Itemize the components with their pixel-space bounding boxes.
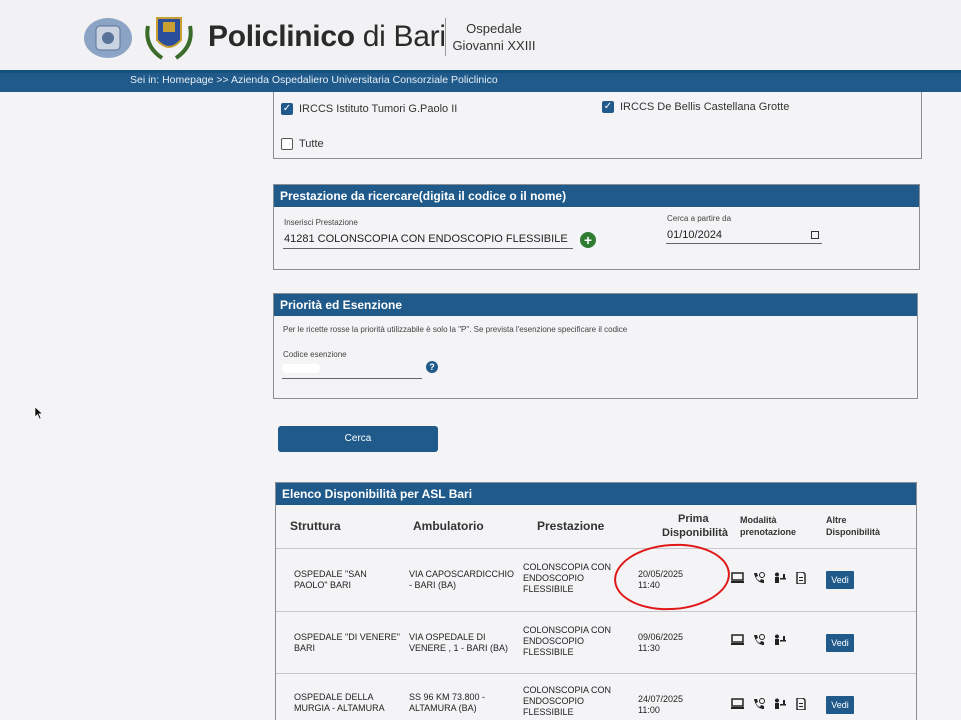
row-struttura-1: OSPEDALE "SAN <box>294 569 367 579</box>
person-desk-icon[interactable] <box>773 572 786 584</box>
vedi-button[interactable]: Vedi <box>826 696 854 714</box>
computer-icon[interactable] <box>731 634 744 646</box>
cerca-button[interactable]: Cerca <box>278 426 438 452</box>
codice-esenzione-label: Codice esenzione <box>283 350 347 359</box>
row-date: 09/06/2025 <box>638 632 684 642</box>
row-ambulatorio-1: VIA CAPOSCARDICCHIO <box>409 569 515 579</box>
university-crest-logo <box>84 18 132 58</box>
document-icon[interactable] <box>794 572 807 584</box>
site-header: Policlinico di Bari Ospedale Giovanni XX… <box>0 0 961 70</box>
brand-title: Policlinico di Bari <box>208 20 446 54</box>
row-prestazione-3: FLESSIBILE <box>523 647 574 657</box>
prestazione-panel-title: Prestazione da ricercare(digita il codic… <box>274 185 919 207</box>
booking-icons <box>731 634 786 646</box>
prestazione-input-underline <box>283 248 573 249</box>
row-date: 24/07/2025 <box>638 694 684 704</box>
date-input[interactable]: 01/10/2024 <box>667 229 722 241</box>
prestazione-input[interactable]: 41281 COLONSCOPIA CON ENDOSCOPIO FLESSIB… <box>284 233 568 245</box>
col-prestazione: Prestazione <box>537 519 605 533</box>
row-prestazione-1: COLONSCOPIA CON <box>523 562 612 572</box>
row-struttura-2: PAOLO" BARI <box>294 580 352 590</box>
checkbox-irccs-tumori-label: IRCCS Istituto Tumori G.Paolo II <box>299 103 458 115</box>
booking-icons <box>731 572 807 584</box>
row-prestazione-2: ENDOSCOPIO <box>523 573 585 583</box>
breadcrumb-bar: Sei in: Homepage >> Azienda Ospedaliero … <box>0 70 961 92</box>
col-altre-1: Altre <box>826 515 847 525</box>
computer-icon[interactable] <box>731 572 744 584</box>
mouse-cursor-icon <box>34 406 44 420</box>
checkbox-irccs-tumori[interactable]: IRCCS Istituto Tumori G.Paolo II <box>281 103 457 115</box>
results-panel: Elenco Disponibilità per ASL Bari Strutt… <box>275 482 917 720</box>
priorita-note: Per le ricette rosse la priorità utilizz… <box>283 325 628 334</box>
vedi-button[interactable]: Vedi <box>826 571 854 589</box>
document-icon[interactable] <box>794 698 807 710</box>
phone-icon[interactable] <box>752 698 765 710</box>
hospital-name: Ospedale Giovanni XXIII <box>452 20 536 54</box>
redacted-value <box>282 364 320 373</box>
phone-icon[interactable] <box>752 572 765 584</box>
col-modalita-1: Modalità <box>740 515 777 525</box>
priorita-panel-title: Priorità ed Esenzione <box>274 294 917 316</box>
person-desk-icon[interactable] <box>773 634 786 646</box>
priorita-panel: Priorità ed Esenzione <box>273 293 918 399</box>
row-prestazione-2: ENDOSCOPIO <box>523 696 585 706</box>
person-desk-icon[interactable] <box>773 698 786 710</box>
row-prestazione-2: ENDOSCOPIO <box>523 636 585 646</box>
col-prima-2: Disponibilità <box>662 527 728 539</box>
row-ambulatorio-2: ALTAMURA (BA) <box>409 703 477 713</box>
table-row: OSPEDALE "DI VENERE" BARI VIA OSPEDALE D… <box>276 611 916 673</box>
col-ambulatorio: Ambulatorio <box>413 519 484 533</box>
row-struttura-1: OSPEDALE DELLA <box>294 692 374 702</box>
row-ambulatorio-1: VIA OSPEDALE DI <box>409 632 486 642</box>
computer-icon[interactable] <box>731 698 744 710</box>
col-struttura: Struttura <box>290 519 341 533</box>
row-struttura-2: MURGIA - ALTAMURA <box>294 703 385 713</box>
date-label: Cerca a partire da <box>667 214 732 223</box>
breadcrumb-topline <box>0 70 961 73</box>
checkbox-irccs-tumori-box[interactable] <box>281 103 293 115</box>
date-input-underline <box>666 243 822 244</box>
col-prima-1: Prima <box>678 513 709 525</box>
results-title: Elenco Disponibilità per ASL Bari <box>276 483 916 505</box>
table-row: OSPEDALE "SAN PAOLO" BARI VIA CAPOSCARDI… <box>276 548 916 611</box>
table-row: OSPEDALE DELLA MURGIA - ALTAMURA SS 96 K… <box>276 673 916 720</box>
checkbox-tutte-box[interactable] <box>281 138 293 150</box>
brand-bold: Policlinico <box>208 20 355 53</box>
help-icon[interactable]: ? <box>426 361 438 373</box>
region-crest-logo <box>145 17 193 60</box>
hospital-line-2: Giovanni XXIII <box>452 38 536 53</box>
row-struttura-2: BARI <box>294 643 316 653</box>
row-time: 11:30 <box>638 643 660 653</box>
row-struttura-1: OSPEDALE "DI VENERE" <box>294 632 400 642</box>
col-modalita-2: prenotazione <box>740 527 797 537</box>
checkbox-irccs-debellis-box[interactable] <box>602 101 614 113</box>
codice-esenzione-input[interactable] <box>282 378 422 379</box>
checkbox-tutte-label: Tutte <box>299 138 324 150</box>
row-ambulatorio-2: - BARI (BA) <box>409 580 457 590</box>
prestazione-panel: Prestazione da ricercare(digita il codic… <box>273 184 920 270</box>
row-prestazione-3: FLESSIBILE <box>523 707 574 717</box>
row-prestazione-1: COLONSCOPIA CON <box>523 625 612 635</box>
add-prestazione-icon[interactable]: + <box>580 232 596 248</box>
checkbox-tutte[interactable]: Tutte <box>281 138 324 150</box>
breadcrumb[interactable]: Sei in: Homepage >> Azienda Ospedaliero … <box>130 74 498 86</box>
checkbox-irccs-debellis-label: IRCCS De Bellis Castellana Grotte <box>620 101 790 113</box>
row-ambulatorio-1: SS 96 KM 73.800 - <box>409 692 486 702</box>
row-prestazione-3: FLESSIBILE <box>523 584 574 594</box>
prestazione-input-label: Inserisci Prestazione <box>284 218 358 227</box>
row-ambulatorio-2: VENERE , 1 - BARI (BA) <box>409 643 509 653</box>
hospital-line-1: Ospedale <box>466 21 522 36</box>
calendar-icon[interactable] <box>811 231 819 239</box>
brand-light: di Bari <box>354 20 446 53</box>
vedi-button[interactable]: Vedi <box>826 634 854 652</box>
col-altre-2: Disponibilità <box>826 527 880 537</box>
phone-icon[interactable] <box>752 634 765 646</box>
brand-divider <box>445 18 446 56</box>
row-prestazione-1: COLONSCOPIA CON <box>523 685 612 695</box>
checkbox-irccs-debellis[interactable]: IRCCS De Bellis Castellana Grotte <box>602 101 789 113</box>
row-time: 11:00 <box>638 705 660 715</box>
booking-icons <box>731 698 807 710</box>
